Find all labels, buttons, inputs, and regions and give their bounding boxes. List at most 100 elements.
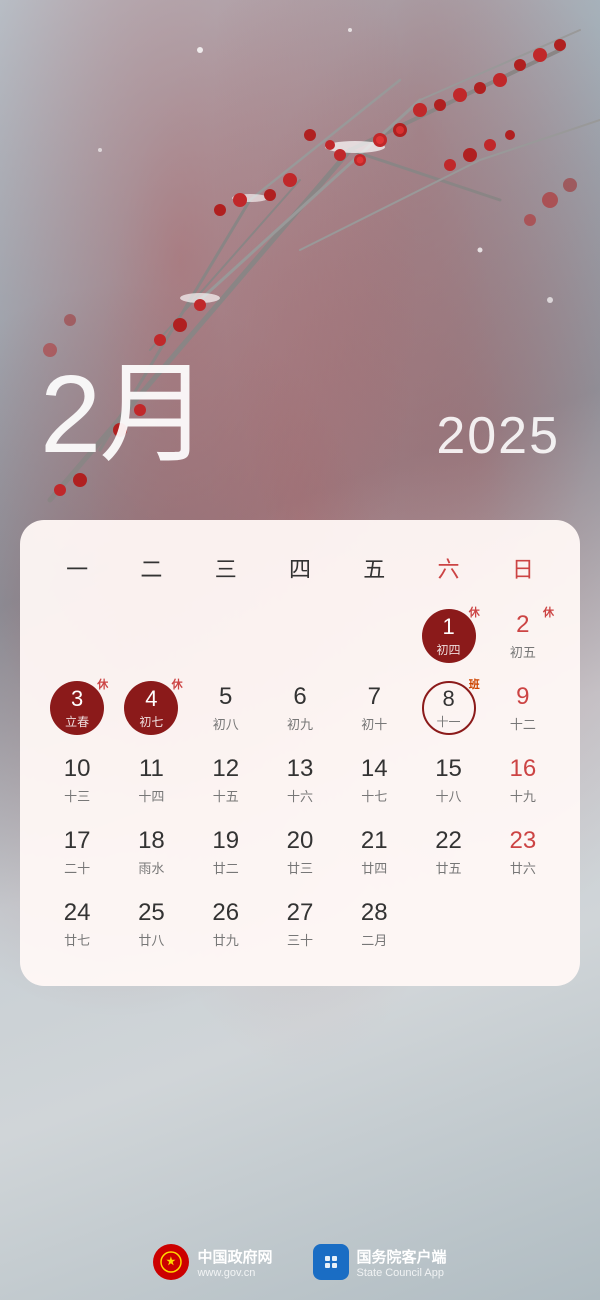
day-number: 21 — [361, 827, 388, 856]
cal-cell-w2c0: 10十三 — [40, 746, 114, 814]
day-lunar: 初九 — [287, 714, 313, 733]
badge: 休 — [172, 676, 183, 692]
dow-cell-2: 三 — [189, 544, 263, 592]
footer: 中国政府网 www.gov.cn 国务院客户端 State Council Ap… — [0, 1244, 600, 1280]
day-lunar: 十九 — [510, 786, 536, 805]
day-lunar: 廿三 — [287, 858, 313, 877]
app-text: 国务院客户端 State Council App — [357, 1246, 447, 1279]
day-lunar: 十五 — [213, 786, 239, 805]
day-circle-red: 1初四 — [422, 609, 476, 663]
day-circle-red: 4初七 — [124, 681, 178, 735]
day-lunar: 十七 — [361, 786, 387, 805]
day-number: 18 — [138, 827, 165, 856]
cal-cell-w1c2: 5 初八 — [189, 674, 263, 742]
day-lunar: 十六 — [287, 786, 313, 805]
day-lunar: 初五 — [510, 642, 536, 661]
badge: 休 — [543, 604, 554, 620]
day-lunar: 十八 — [436, 786, 462, 805]
cal-cell-w1c1: 休4初七 — [114, 674, 188, 742]
cal-cell-w2c1: 11十四 — [114, 746, 188, 814]
day-number: 12 — [212, 755, 239, 784]
dow-cell-0: 一 — [40, 544, 114, 592]
cal-cell-w4c0: 24廿七 — [40, 890, 114, 958]
app-logo — [313, 1244, 349, 1280]
day-lunar: 廿二 — [213, 858, 239, 877]
cal-cell-w3c6: 23 廿六 — [486, 818, 560, 886]
gov-logo — [153, 1244, 189, 1280]
day-number: 9 — [516, 683, 529, 712]
cal-cell-w1c3: 6 初九 — [263, 674, 337, 742]
dow-cell-4: 五 — [337, 544, 411, 592]
badge: 休 — [469, 604, 480, 620]
day-circle-outline: 8十一 — [422, 681, 476, 735]
day-lunar: 廿四 — [361, 858, 387, 877]
cal-cell-w1c6: 9 十二 — [486, 674, 560, 742]
day-lunar: 廿五 — [436, 858, 462, 877]
cal-cell-w4c5 — [411, 890, 485, 958]
cal-cell-w0c4 — [337, 602, 411, 670]
month-title: 2月 — [40, 360, 207, 470]
day-lunar: 初四 — [437, 641, 461, 658]
cal-cell-w0c0 — [40, 602, 114, 670]
day-number: 27 — [287, 899, 314, 928]
day-number: 16 — [509, 755, 536, 784]
cal-cell-w2c4: 14 十七 — [337, 746, 411, 814]
cal-cell-w2c3: 13十六 — [263, 746, 337, 814]
cal-cell-w2c5: 15 十八 — [411, 746, 485, 814]
day-number: 4 — [145, 686, 157, 712]
day-lunar: 二十 — [64, 858, 90, 877]
day-number: 17 — [64, 827, 91, 856]
day-number: 5 — [219, 683, 232, 712]
gov-name: 中国政府网 — [197, 1246, 272, 1267]
title-area: 2月 2025 — [0, 360, 600, 470]
cal-cell-w4c6 — [486, 890, 560, 958]
gov-url: www.gov.cn — [197, 1267, 272, 1279]
cal-cell-w3c4: 21 廿四 — [337, 818, 411, 886]
cal-cell-w3c2: 19 廿二 — [189, 818, 263, 886]
dow-cell-1: 二 — [114, 544, 188, 592]
day-number: 1 — [442, 614, 454, 640]
day-number: 6 — [293, 683, 306, 712]
day-lunar: 廿九 — [213, 930, 239, 949]
cal-cell-w1c0: 休3立春 — [40, 674, 114, 742]
cal-cell-w0c1 — [114, 602, 188, 670]
day-number: 3 — [71, 686, 83, 712]
day-number: 24 — [64, 899, 91, 928]
day-lunar: 初八 — [213, 714, 239, 733]
day-lunar: 廿六 — [510, 858, 536, 877]
gov-text: 中国政府网 www.gov.cn — [197, 1246, 272, 1279]
cal-cell-w4c1: 25廿八 — [114, 890, 188, 958]
day-lunar: 立春 — [65, 713, 89, 730]
calendar-card: 一二三四五六日 休1初四休2初五休3立春休4初七5初八6初九7初十班8十一9十二… — [20, 520, 580, 986]
day-number: 8 — [442, 686, 454, 712]
day-number: 23 — [509, 827, 536, 856]
dow-cell-3: 四 — [263, 544, 337, 592]
cal-cell-w2c6: 16 十九 — [486, 746, 560, 814]
day-number: 19 — [212, 827, 239, 856]
badge: 休 — [97, 676, 108, 692]
calendar-grid: 休1初四休2初五休3立春休4初七5初八6初九7初十班8十一9十二10十三11十四… — [40, 602, 560, 958]
cal-cell-w0c6: 休2初五 — [486, 602, 560, 670]
badge: 班 — [469, 676, 480, 692]
cal-cell-w4c3: 27 三十 — [263, 890, 337, 958]
cal-cell-w3c3: 20廿三 — [263, 818, 337, 886]
day-lunar: 雨水 — [138, 858, 164, 877]
day-number: 22 — [435, 827, 462, 856]
day-number: 15 — [435, 755, 462, 784]
day-number: 26 — [212, 899, 239, 928]
day-lunar: 十二 — [510, 714, 536, 733]
day-lunar: 初七 — [139, 713, 163, 730]
day-lunar: 十四 — [138, 786, 164, 805]
cal-cell-w3c5: 22 廿五 — [411, 818, 485, 886]
app-name: 国务院客户端 — [357, 1246, 447, 1267]
day-lunar: 二月 — [361, 930, 387, 949]
day-number: 14 — [361, 755, 388, 784]
cal-cell-w3c1: 18 雨水 — [114, 818, 188, 886]
cal-cell-w3c0: 17 二十 — [40, 818, 114, 886]
dow-cell-5: 六 — [411, 544, 485, 592]
day-lunar: 十三 — [64, 786, 90, 805]
day-number: 25 — [138, 899, 165, 928]
cal-cell-w1c5: 班8十一 — [411, 674, 485, 742]
dow-header: 一二三四五六日 — [40, 544, 560, 592]
day-lunar: 三十 — [287, 930, 313, 949]
